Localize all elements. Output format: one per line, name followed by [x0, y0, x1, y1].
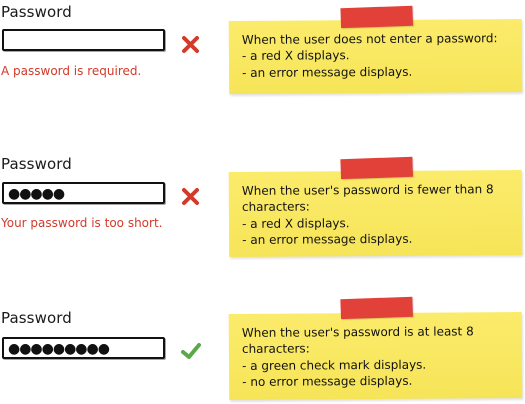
password-field[interactable]: ●●●●●●●●● — [2, 337, 165, 359]
sticky-note: When the user's password is at least 8 c… — [228, 296, 523, 401]
red-x-icon — [182, 188, 199, 205]
note-heading: When the user's password is at least 8 c… — [241, 324, 474, 357]
password-label: Password — [1, 3, 72, 21]
tape-strip — [340, 5, 414, 29]
password-field[interactable]: ●●●●● — [2, 182, 165, 204]
note-bullet: - an error message displays. — [242, 64, 413, 80]
note-heading: When the user's password is fewer than 8… — [241, 182, 494, 215]
note-text: When the user's password is at least 8 c… — [242, 323, 514, 390]
error-message: Your password is too short. — [1, 216, 163, 230]
error-message: A password is required. — [1, 64, 142, 78]
note-bullet: - no error message displays. — [242, 373, 413, 389]
red-x-icon — [182, 36, 199, 53]
note-text: When the user does not enter a password:… — [242, 30, 514, 81]
password-label: Password — [1, 155, 72, 173]
password-value: ●●●●● — [8, 186, 65, 202]
green-check-icon — [181, 343, 201, 359]
password-field[interactable] — [2, 29, 165, 51]
note-bullet: - a green check mark displays. — [242, 357, 427, 373]
note-bullet: - a red X displays. — [241, 48, 350, 64]
sticky-note: When the user does not enter a password:… — [228, 5, 523, 95]
note-bullet: - a red X displays. — [242, 215, 350, 231]
note-text: When the user's password is fewer than 8… — [242, 181, 514, 248]
tape-strip — [340, 296, 413, 320]
note-heading: When the user does not enter a password: — [241, 31, 498, 47]
sticky-note: When the user's password is fewer than 8… — [228, 156, 523, 258]
tape-strip — [340, 156, 413, 180]
password-value: ●●●●●●●●● — [8, 341, 110, 357]
password-label: Password — [1, 309, 72, 327]
note-bullet: - an error message displays. — [242, 231, 413, 247]
